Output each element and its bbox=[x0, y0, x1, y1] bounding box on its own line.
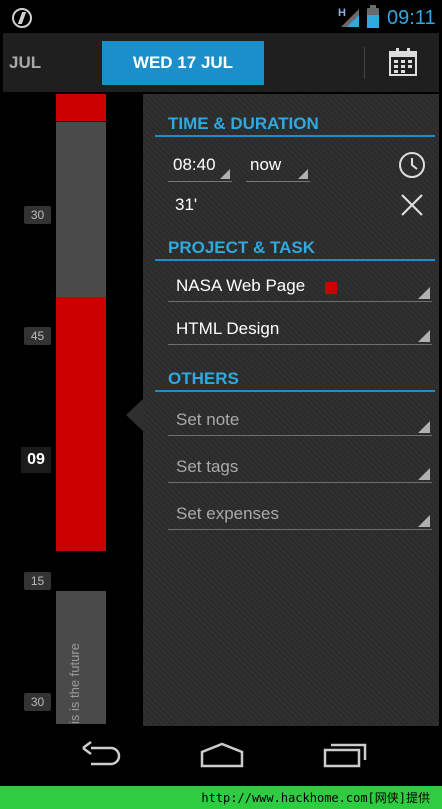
status-bar: H 09:11 bbox=[3, 3, 439, 33]
tags-field[interactable]: Set tags bbox=[168, 453, 432, 483]
app-notification-icon bbox=[12, 8, 32, 28]
tick-label: 30 bbox=[24, 206, 51, 224]
navigation-bar bbox=[3, 726, 439, 783]
watermark-strip: http://www.hackhome.com[网侠]提供 bbox=[0, 786, 442, 809]
project-select[interactable]: NASA Web Page bbox=[168, 272, 432, 302]
entry-details-panel: TIME & DURATION 08:40 now 31' PROJECT & … bbox=[143, 94, 439, 726]
tags-placeholder: Set tags bbox=[176, 457, 239, 476]
time-duration-heading: TIME & DURATION bbox=[168, 114, 319, 133]
network-type: H bbox=[338, 7, 346, 19]
project-task-heading: PROJECT & TASK bbox=[168, 238, 316, 257]
panel-pointer bbox=[126, 399, 143, 431]
start-time-value: 08:40 bbox=[173, 155, 216, 174]
header-divider bbox=[364, 47, 365, 79]
status-clock: 09:11 bbox=[387, 7, 436, 29]
time-gap-block[interactable] bbox=[56, 122, 106, 297]
home-icon[interactable] bbox=[198, 738, 246, 770]
expenses-field[interactable]: Set expenses bbox=[168, 500, 432, 530]
end-time-value: now bbox=[250, 155, 282, 174]
duration-value: 31' bbox=[175, 195, 198, 214]
calendar-icon[interactable] bbox=[388, 47, 418, 77]
section-divider bbox=[155, 259, 435, 261]
note-field[interactable]: Set note bbox=[168, 406, 432, 436]
watermark-text: http://www.hackhome.com[网侠]提供 bbox=[201, 791, 430, 805]
clock-icon[interactable] bbox=[397, 150, 427, 180]
back-icon[interactable] bbox=[77, 738, 125, 770]
date-header: JUL WED 17 JUL bbox=[3, 33, 439, 93]
recent-apps-icon[interactable] bbox=[321, 738, 369, 770]
task-select[interactable]: HTML Design bbox=[168, 315, 432, 345]
project-name: NASA Web Page bbox=[176, 276, 306, 295]
current-date-tab[interactable]: WED 17 JUL bbox=[102, 41, 264, 85]
timeline[interactable]: is is the future 30 45 09 15 30 bbox=[3, 94, 143, 724]
others-heading: OTHERS bbox=[168, 369, 239, 388]
tick-label: 30 bbox=[24, 693, 51, 711]
task-name: HTML Design bbox=[176, 319, 280, 338]
note-placeholder: Set note bbox=[176, 410, 240, 429]
app-window: H 09:11 JUL WED 17 JUL is is the future … bbox=[3, 3, 439, 783]
prev-date-tab[interactable]: JUL bbox=[9, 53, 41, 73]
signal-strength-fill bbox=[347, 15, 359, 27]
section-divider bbox=[155, 135, 435, 137]
tick-label: 15 bbox=[24, 572, 51, 590]
section-divider bbox=[155, 390, 435, 392]
end-time-spinner[interactable]: now bbox=[246, 154, 310, 182]
selected-time-entry-block[interactable] bbox=[56, 297, 106, 551]
battery-level-fill bbox=[367, 15, 379, 28]
project-color-swatch bbox=[325, 282, 337, 294]
tick-label: 45 bbox=[24, 327, 51, 345]
hour-label: 09 bbox=[21, 447, 51, 473]
close-icon[interactable] bbox=[397, 190, 427, 220]
time-entry-block[interactable] bbox=[56, 94, 106, 121]
expenses-placeholder: Set expenses bbox=[176, 504, 280, 523]
future-label: is is the future bbox=[67, 643, 82, 724]
start-time-spinner[interactable]: 08:40 bbox=[168, 154, 232, 182]
